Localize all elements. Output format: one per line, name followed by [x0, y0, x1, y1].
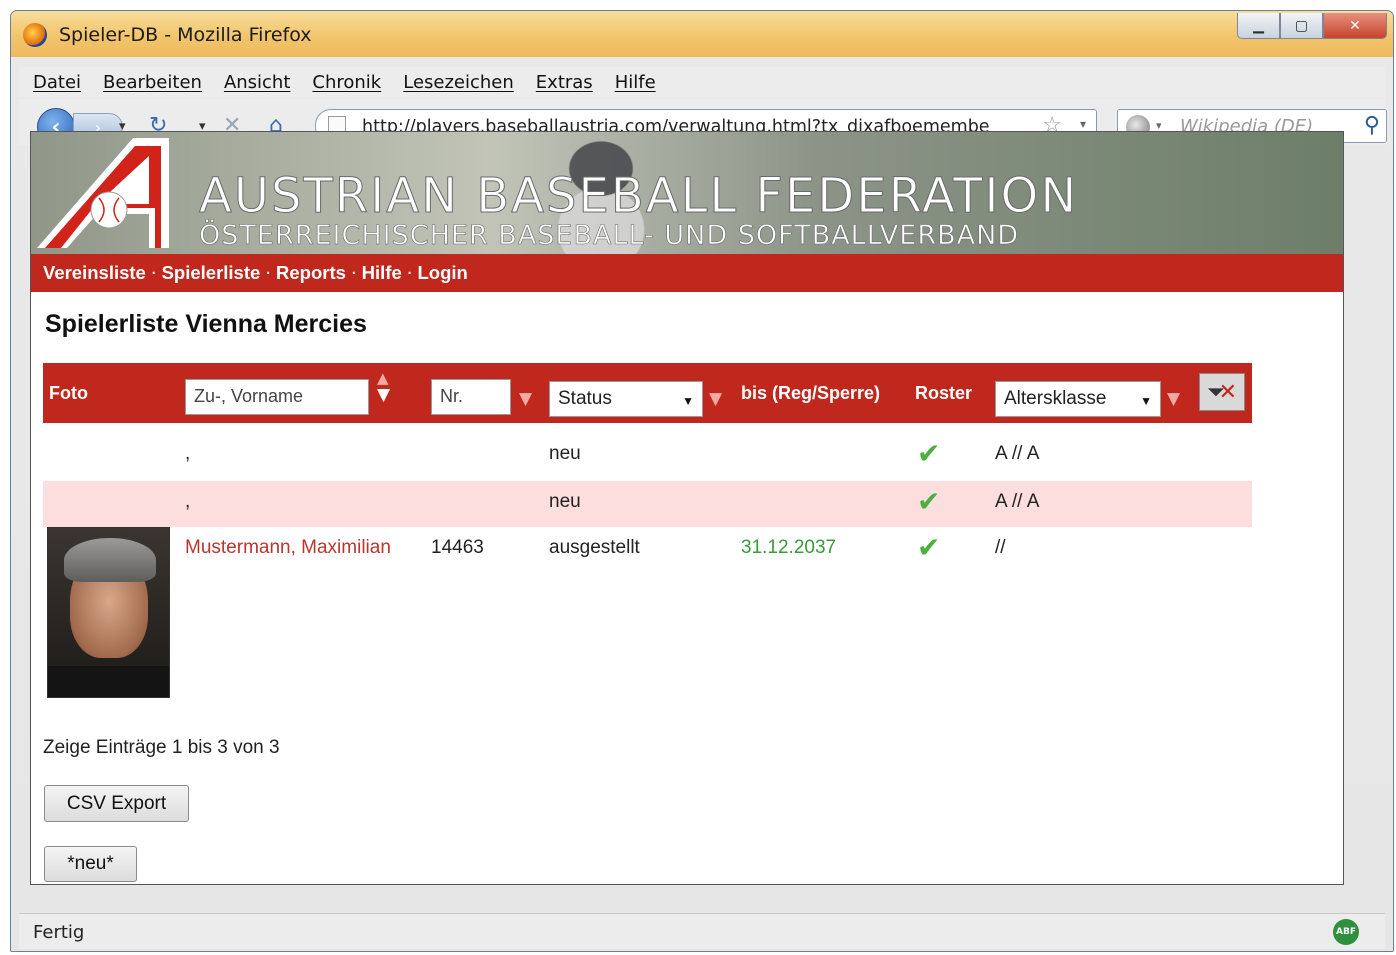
nav-reports[interactable]: Reports: [276, 262, 346, 284]
status-bar: Fertig ABF: [19, 913, 1385, 949]
site-navigation: Vereinsliste · Spielerliste · Reports · Hil…: [31, 254, 1343, 292]
player-status: ausgestellt: [549, 537, 640, 558]
altersklasse-select-value: Altersklasse: [1004, 388, 1107, 409]
col-bis-label: bis (Reg/Sperre): [741, 383, 881, 403]
name-filter-input[interactable]: Zu-, Vorname: [185, 379, 369, 415]
chevron-down-icon: ▼: [682, 394, 694, 408]
minimize-button[interactable]: ▁: [1237, 13, 1280, 39]
player-photo[interactable]: [47, 527, 170, 698]
roster-check-icon: ✔: [917, 485, 941, 518]
nav-separator: ·: [406, 262, 413, 284]
status-select[interactable]: Status ▼: [549, 381, 703, 417]
table-row[interactable]: , neu ✔ A // A: [43, 481, 1252, 527]
player-photo-hair: [64, 538, 156, 582]
status-sort-icon[interactable]: ▼: [709, 389, 722, 409]
close-button[interactable]: ✕: [1323, 13, 1387, 39]
nav-separator: ·: [265, 262, 272, 284]
nr-sort-icon[interactable]: ▼: [519, 389, 532, 409]
status-select-value: Status: [558, 388, 612, 409]
col-foto-label: Foto: [49, 383, 88, 403]
new-player-button[interactable]: *neu*: [44, 846, 137, 882]
menu-bar: Datei Bearbeiten Ansicht Chronik Lesezei…: [19, 67, 1385, 97]
window-title: Spieler-DB - Mozilla Firefox: [59, 24, 312, 46]
player-name[interactable]: ,: [185, 491, 190, 513]
player-status: neu: [549, 491, 581, 512]
banner-subtitle: ÖSTERREICHISCHER BASEBALL- UND SOFTBALLV…: [199, 220, 1020, 252]
status-text: Fertig: [33, 922, 85, 943]
roster-check-icon: ✔: [917, 531, 941, 564]
search-icon[interactable]: ⚲: [1364, 113, 1380, 138]
nav-separator: ·: [150, 262, 157, 284]
entries-summary: Zeige Einträge 1 bis 3 von 3: [43, 737, 280, 758]
clear-x-icon: ✕: [1218, 379, 1238, 405]
sort-desc-icon[interactable]: ▼: [377, 385, 390, 405]
player-number: 14463: [431, 537, 484, 558]
table-header: Foto Zu-, Vorname ▲ ▼ Nr. ▼ Status ▼ ▼ b…: [43, 363, 1252, 423]
nav-spielerliste[interactable]: Spielerliste: [162, 262, 261, 284]
table-row[interactable]: , neu ✔ A // A: [43, 433, 1252, 479]
player-name-link[interactable]: Mustermann, Maximilian: [185, 537, 391, 559]
menu-extras[interactable]: Extras: [536, 72, 593, 93]
player-status: neu: [549, 443, 581, 464]
abf-logo-icon: [37, 138, 169, 248]
title-bar: Spieler-DB - Mozilla Firefox ▁ ▢ ✕: [11, 11, 1393, 57]
page-title: Spielerliste Vienna Mercies: [45, 310, 367, 338]
altersklasse-sort-icon[interactable]: ▼: [1167, 389, 1180, 409]
site-banner: AUSTRIAN BASEBALL FEDERATION ÖSTERREICHI…: [31, 132, 1343, 254]
url-dropdown-icon[interactable]: ▾: [1080, 117, 1086, 131]
nav-separator: ·: [350, 262, 357, 284]
menu-chronik[interactable]: Chronik: [312, 72, 381, 93]
player-altersklasse: A // A: [995, 443, 1040, 464]
nav-hilfe[interactable]: Hilfe: [362, 262, 402, 284]
table-row[interactable]: Mustermann, Maximilian 14463 ausgestellt…: [43, 527, 1252, 707]
menu-lesezeichen[interactable]: Lesezeichen: [403, 72, 514, 93]
roster-check-icon: ✔: [917, 437, 941, 470]
csv-export-button[interactable]: CSV Export: [44, 785, 189, 822]
abf-addon-icon[interactable]: ABF: [1333, 919, 1359, 945]
player-altersklasse: A // A: [995, 491, 1040, 512]
maximize-button[interactable]: ▢: [1280, 13, 1323, 39]
chevron-down-icon: ▼: [1140, 394, 1152, 408]
player-photo-shirt: [48, 666, 169, 697]
menu-ansicht[interactable]: Ansicht: [224, 72, 290, 93]
banner-title: AUSTRIAN BASEBALL FEDERATION: [198, 168, 1079, 225]
player-valid-until: 31.12.2037: [741, 537, 837, 558]
menu-datei[interactable]: Datei: [33, 72, 81, 93]
menu-hilfe[interactable]: Hilfe: [615, 72, 656, 93]
nav-vereinsliste[interactable]: Vereinsliste: [43, 262, 146, 284]
page-viewport: AUSTRIAN BASEBALL FEDERATION ÖSTERREICHI…: [30, 131, 1344, 885]
player-name[interactable]: ,: [185, 443, 190, 465]
menu-bearbeiten[interactable]: Bearbeiten: [103, 72, 202, 93]
reset-filter-button[interactable]: ⏷ ✕: [1199, 373, 1245, 411]
col-roster-label: Roster: [915, 383, 973, 403]
nr-filter-input[interactable]: Nr.: [431, 379, 511, 415]
player-altersklasse: //: [995, 537, 1006, 558]
firefox-icon: [23, 23, 47, 47]
altersklasse-select[interactable]: Altersklasse ▼: [995, 381, 1161, 417]
nav-login[interactable]: Login: [418, 262, 468, 284]
window-controls: ▁ ▢ ✕: [1237, 13, 1387, 39]
